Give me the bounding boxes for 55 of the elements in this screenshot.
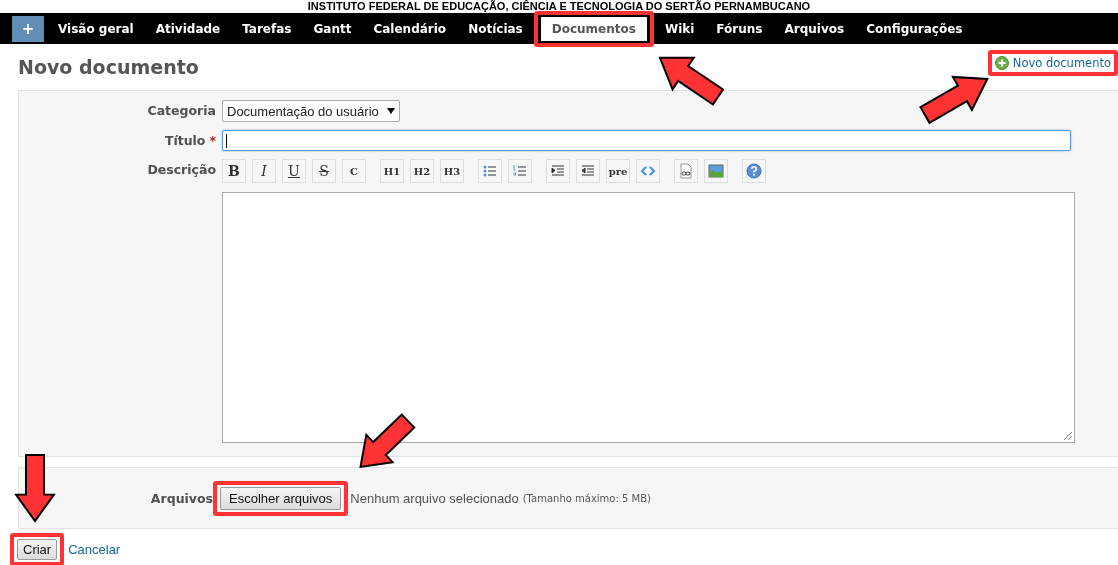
nav-tab[interactable]: Calendário	[362, 16, 458, 41]
toolbar-button[interactable]	[478, 159, 502, 183]
toolbar-button[interactable]: H2	[410, 159, 434, 183]
toolbar-button[interactable]	[576, 159, 600, 183]
toolbar-button[interactable]	[742, 159, 766, 183]
annotation-arrow	[359, 413, 416, 468]
nav-tab[interactable]: Documentos	[540, 16, 647, 41]
toolbar-button[interactable]: H1	[380, 159, 404, 183]
file-status-text: Nenhum arquivo selecionado	[350, 490, 519, 506]
field-label: Arquivos	[149, 490, 213, 506]
annotation-arrow	[919, 75, 989, 125]
annotation-arrow	[658, 56, 725, 106]
toolbar-button[interactable]	[636, 159, 660, 183]
required-mark: *	[209, 133, 216, 148]
banner-text: INSTITUTO FEDERAL DE EDUCAÇÃO, CIÊNCIA E TECNOLOGIA DO SERTÃO PERNAMBUCANO	[306, 0, 812, 13]
toolbar-button[interactable]	[704, 159, 728, 183]
nav-tab[interactable]: Tarefas	[231, 16, 303, 41]
annotation-arrow	[14, 454, 56, 523]
add-button[interactable]: +	[12, 15, 44, 42]
new-document-link[interactable]: Novo documento	[994, 56, 1111, 70]
nav-tab[interactable]: Wiki	[653, 16, 706, 41]
toolbar-button[interactable]	[508, 159, 532, 183]
link-icon	[677, 162, 695, 180]
cancel-link[interactable]: Cancelar	[68, 542, 121, 557]
field-label: Título	[164, 133, 206, 148]
toolbar-button[interactable]: B	[222, 159, 246, 183]
page-title: Novo documento	[18, 56, 199, 78]
toolbar-button[interactable]: S	[312, 159, 336, 183]
choose-files-button[interactable]: Escolher arquivos	[220, 486, 342, 510]
toolbar-button[interactable]: H3	[440, 159, 464, 183]
plus-icon	[994, 56, 1009, 70]
toolbar-button[interactable]	[674, 159, 698, 183]
nav-tab[interactable]: Configurações	[855, 16, 974, 41]
description-field[interactable]	[222, 192, 1075, 443]
create-button[interactable]: Criar	[17, 539, 58, 560]
caret-icon	[386, 108, 395, 114]
toolbar-button[interactable]: I	[252, 159, 276, 183]
nav-tab[interactable]: Gantt	[302, 16, 363, 41]
nav-tab[interactable]: Notícias	[457, 16, 534, 41]
nav-tab[interactable]: Arquivos	[773, 16, 856, 41]
help-icon	[745, 162, 763, 180]
image-icon	[707, 162, 725, 180]
nav-tab[interactable]: Atividade	[144, 16, 232, 41]
field-label: Descrição	[146, 161, 216, 179]
field-label: Categoria	[146, 102, 216, 120]
nav-tab[interactable]: Fóruns	[705, 16, 774, 41]
toolbar-button[interactable]	[546, 159, 570, 183]
toolbar-button[interactable]: C	[342, 159, 366, 183]
size-hint: (Tamanho máximo: 5 MB)	[522, 492, 651, 504]
resize-grip-icon[interactable]	[1063, 431, 1073, 441]
category-select[interactable]: Documentação do usuário	[222, 100, 400, 122]
toolbar-button[interactable]: pre	[606, 159, 630, 183]
toolbar-button[interactable]: U	[282, 159, 306, 183]
title-input[interactable]	[222, 130, 1071, 151]
nav-tab[interactable]: Visão geral	[47, 16, 145, 41]
